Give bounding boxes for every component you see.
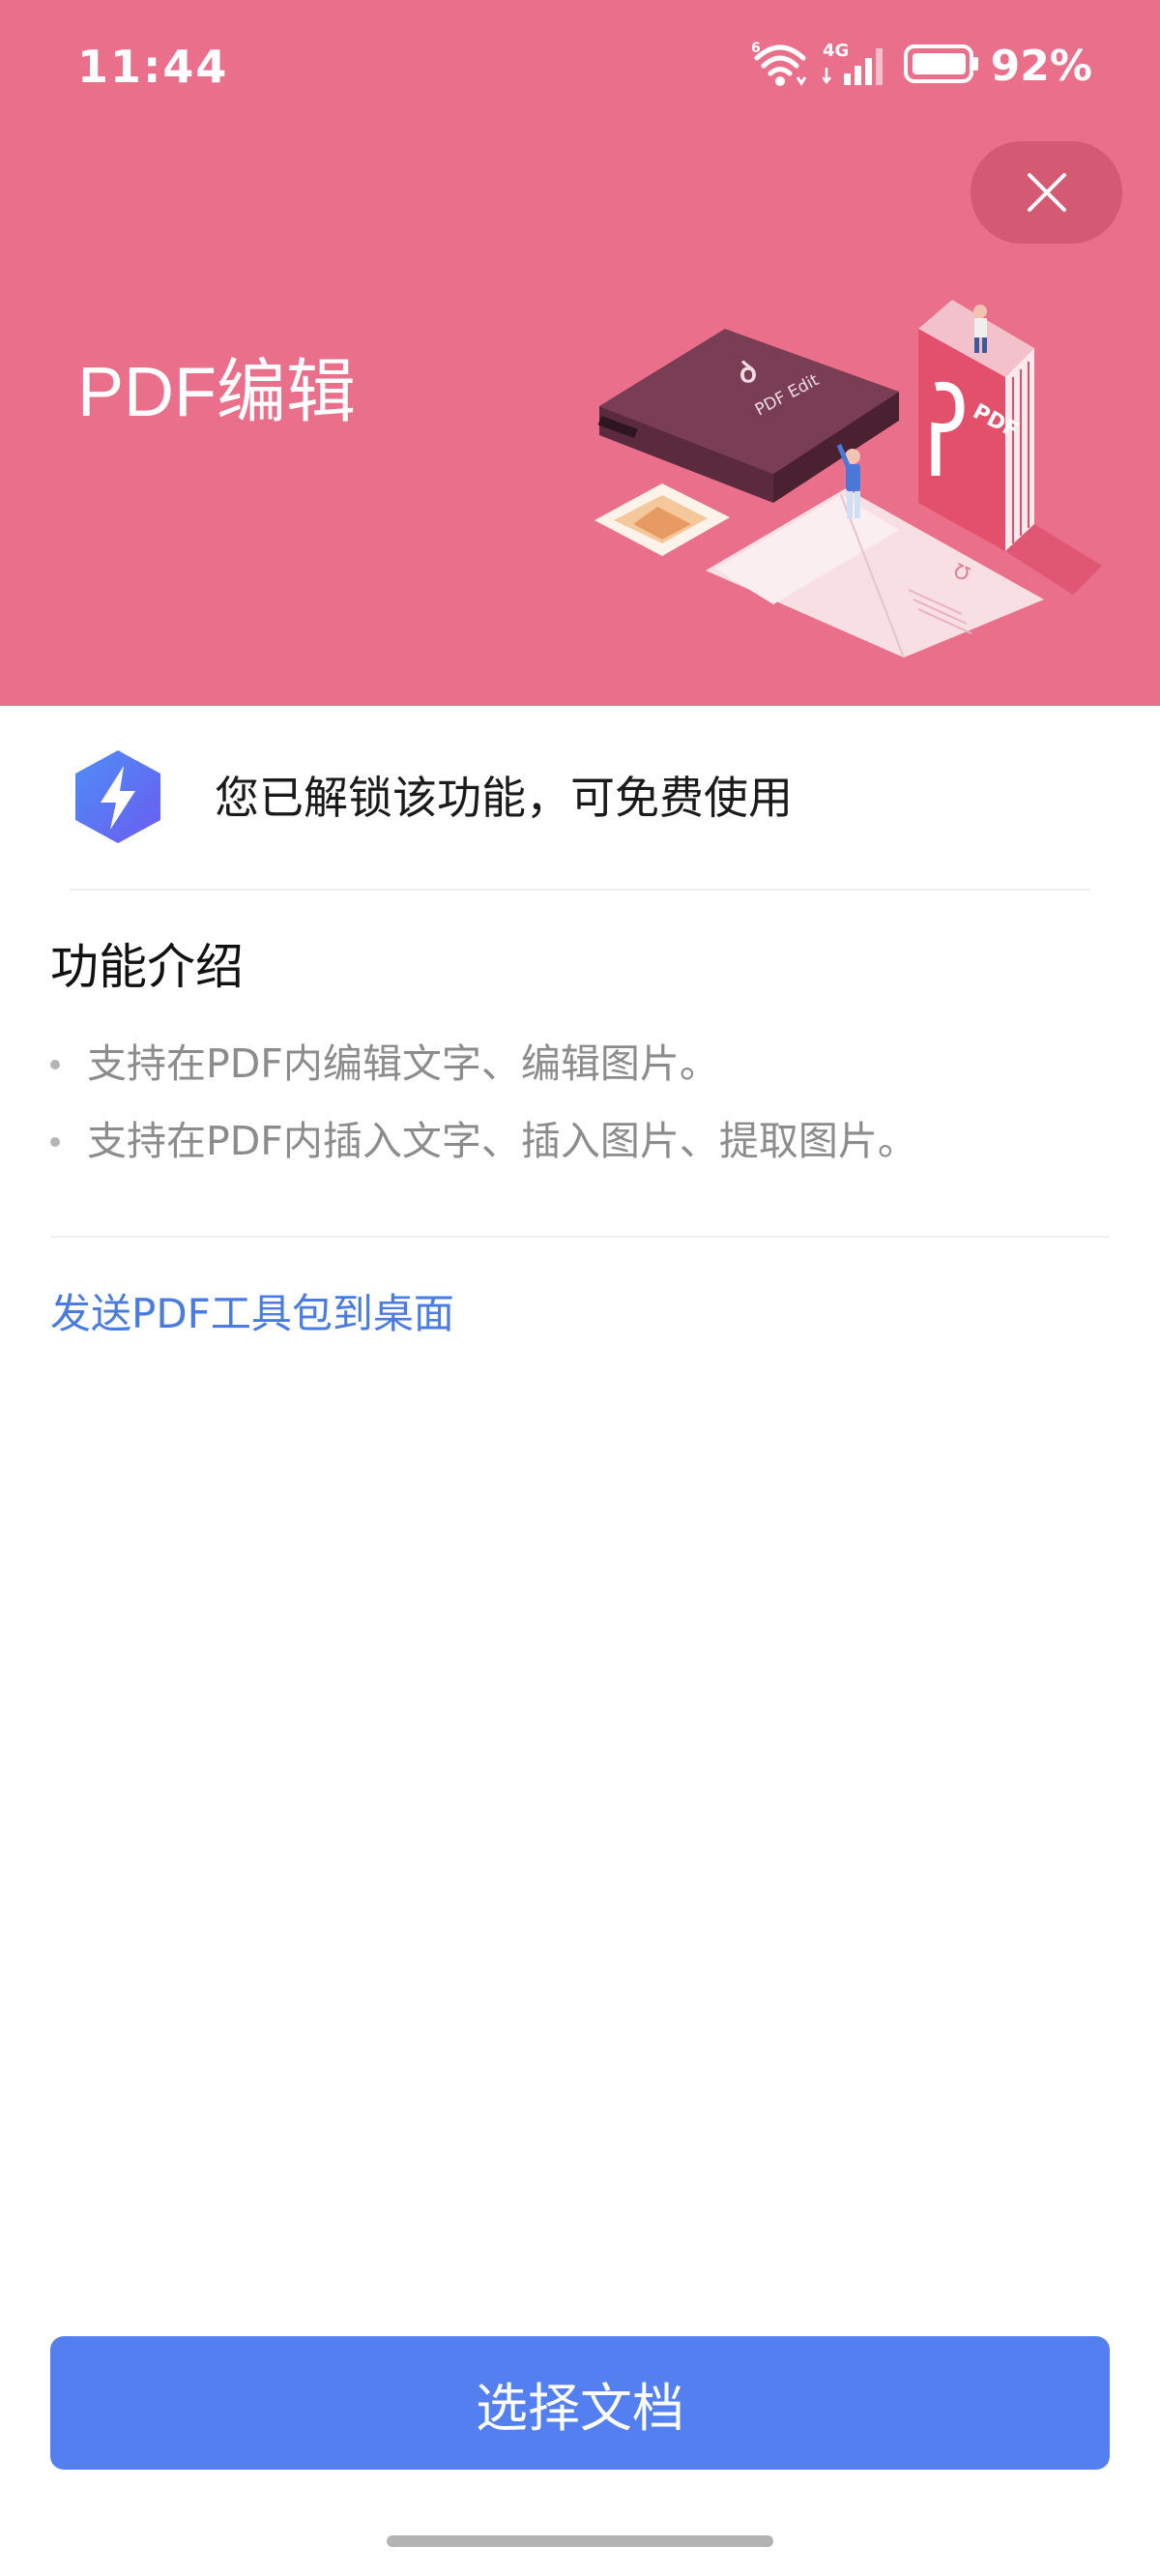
select-document-button[interactable]: 选择文档 (50, 2336, 1110, 2470)
section-title: 功能介绍 (50, 939, 244, 995)
close-icon (1027, 173, 1066, 212)
divider (50, 1236, 1110, 1238)
wifi-icon: 6 (751, 39, 809, 93)
unlock-notice: 您已解锁该功能，可免费使用 (0, 706, 1160, 890)
bullet-icon (50, 1137, 60, 1147)
home-indicator[interactable] (387, 2535, 773, 2547)
lightning-bolt-icon (72, 748, 164, 845)
divider (70, 889, 1090, 891)
battery-percent: 92% (990, 41, 1092, 91)
unlock-notice-text: 您已解锁该功能，可免费使用 (215, 772, 793, 824)
feature-list: 支持在PDF内编辑文字、编辑图片。 支持在PDF内插入文字、插入图片、提取图片。 (46, 1029, 917, 1184)
svg-text:ꝺ: ꝺ (740, 356, 757, 390)
page-title: PDF编辑 (77, 354, 357, 431)
pdf-edit-illustration: ℧ ꝺ PDF Edit PDF (580, 271, 1121, 677)
bullet-icon (50, 1060, 60, 1069)
close-button[interactable] (971, 141, 1122, 244)
status-bar: 11:44 6 4G 92% (0, 0, 1160, 141)
hero-header: 11:44 6 4G 92% PDF编辑 ℧ ꝺ PDF Edit PDF (0, 0, 1160, 706)
status-indicators: 6 4G 92% (738, 37, 1092, 95)
list-item: 支持在PDF内插入文字、插入图片、提取图片。 (46, 1106, 917, 1184)
pdf-edit-screen: 11:44 6 4G 92% PDF编辑 ℧ ꝺ PDF Edit PDF 您已… (0, 0, 1160, 2576)
list-item: 支持在PDF内编辑文字、编辑图片。 (46, 1029, 917, 1106)
feature-text: 支持在PDF内编辑文字、编辑图片。 (87, 1040, 719, 1087)
status-time: 11:44 (77, 41, 229, 93)
send-to-desktop-link[interactable]: 发送PDF工具包到桌面 (50, 1290, 454, 1338)
battery-icon (903, 43, 981, 89)
feature-text: 支持在PDF内插入文字、插入图片、提取图片。 (87, 1118, 917, 1164)
network-type: 4G (821, 39, 890, 93)
network-label: 4G (823, 41, 849, 61)
